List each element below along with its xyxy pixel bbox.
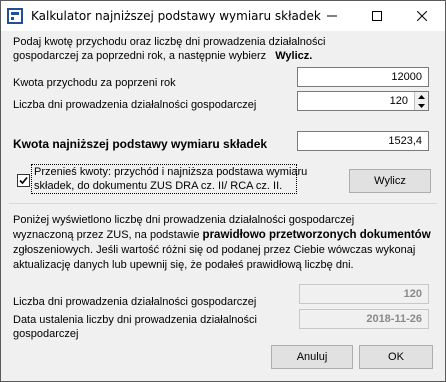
section-divider: [9, 203, 437, 204]
maximize-icon: [371, 11, 382, 21]
chevron-down-icon: [418, 103, 425, 108]
info-line-4: aktualizację danych lub upewnij się, że …: [13, 259, 354, 271]
ok-button[interactable]: OK: [359, 345, 433, 369]
info-line-1: Poniżej wyświetlono liczbę dni prowadzen…: [13, 214, 355, 226]
transfer-checkbox[interactable]: [17, 174, 30, 187]
income-input[interactable]: 12000: [297, 67, 429, 87]
base-label: Kwota najniższej podstawy wymiaru składe…: [13, 137, 268, 151]
cancel-button[interactable]: Anuluj: [271, 345, 353, 369]
spin-down-button[interactable]: [415, 101, 428, 110]
days-label: Liczba dni prowadzenia działalności gosp…: [13, 99, 257, 111]
checkmark-icon: [19, 176, 28, 185]
info-line-2: wyznaczoną przez ZUS, na podstawie prawi…: [13, 228, 431, 243]
window-title: Kalkulator najniższej podstawy wymiaru s…: [31, 9, 321, 23]
zus-days-label: Liczba dni prowadzenia działalności gosp…: [13, 296, 257, 308]
days-spinbox[interactable]: 120: [297, 91, 429, 111]
close-button[interactable]: [399, 1, 444, 31]
spin-up-button[interactable]: [415, 92, 428, 101]
compute-button[interactable]: Wylicz: [349, 169, 431, 193]
zus-days-field: 120: [299, 284, 429, 304]
info-line-3: zgłoszeniowych. Jeśli wartość różni się …: [13, 244, 416, 256]
info-line-2-text: wyznaczoną przez ZUS, na podstawie: [13, 229, 200, 241]
app-icon: [7, 8, 23, 24]
intro-text: gospodarczej za poprzedni rok, a następn…: [13, 50, 267, 62]
zus-date-label-2: gospodarczej: [13, 328, 79, 340]
income-label: Kwota przychodu za poprzeni rok: [13, 77, 176, 89]
minimize-icon: [326, 15, 337, 17]
title-bar[interactable]: Kalkulator najniższej podstawy wymiaru s…: [1, 1, 445, 31]
chevron-up-icon: [418, 94, 425, 99]
transfer-line-2: składek, do dokumentu ZUS DRA cz. II/ RC…: [34, 180, 283, 192]
zus-date-field: 2018-11-26: [299, 309, 429, 329]
intro-action-word: Wylicz.: [275, 50, 313, 62]
intro-line-2: gospodarczej za poprzedni rok, a następn…: [13, 49, 312, 63]
maximize-button[interactable]: [354, 1, 399, 31]
zus-date-label-1: Data ustalenia liczby dni prowadzenia dz…: [13, 314, 257, 326]
days-value: 120: [389, 95, 408, 107]
close-icon: [416, 11, 427, 21]
minimize-button[interactable]: [309, 1, 354, 31]
base-result-field: 1523,4: [297, 131, 429, 151]
intro-line-1: Podaj kwotę przychodu oraz liczbę dni pr…: [13, 36, 326, 48]
info-line-2-bold: prawidłowo przetworzonych dokumentów: [202, 229, 431, 241]
calculator-window: Kalkulator najniższej podstawy wymiaru s…: [0, 0, 446, 382]
days-spinner[interactable]: [414, 92, 428, 110]
transfer-line-1: Przenieś kwoty: przychód i najniższa pod…: [34, 166, 308, 178]
